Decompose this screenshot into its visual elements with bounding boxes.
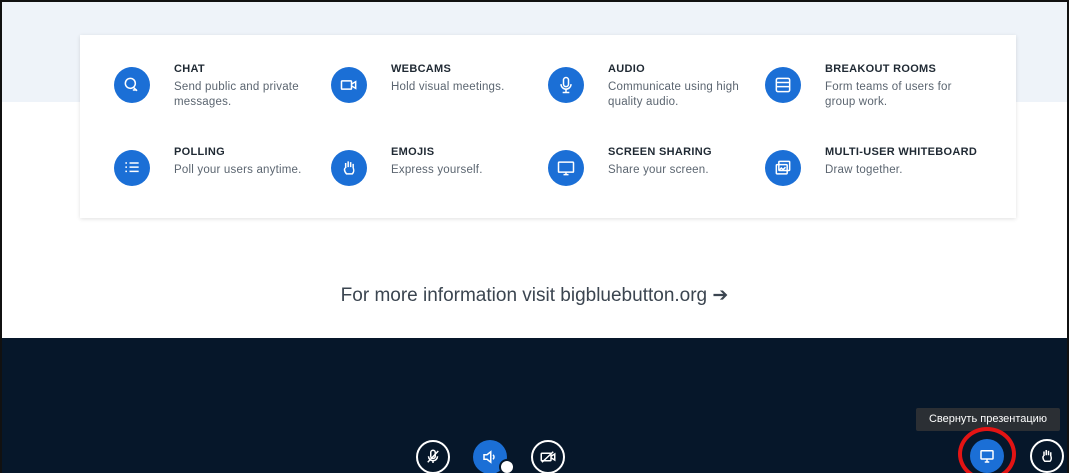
hand-icon: [1042, 450, 1052, 462]
feature-webcams: WEBCAMS Hold visual meetings.: [331, 63, 541, 127]
feature-audio: AUDIO Communicate using high quality aud…: [548, 63, 758, 127]
feature-desc: Form teams of users for group work.: [825, 81, 952, 108]
microphone-icon: [548, 67, 584, 103]
feature-desc: Express yourself.: [391, 164, 483, 176]
more-info-link[interactable]: For more information visit bigbluebutton…: [2, 284, 1067, 307]
presentation-slide: CHAT Send public and private messages. W…: [2, 2, 1067, 338]
feature-title: POLLING: [174, 146, 225, 158]
feature-title: SCREEN SHARING: [608, 146, 712, 158]
feature-multi-user-whiteboard: MULTI-USER WHITEBOARD Draw together.: [765, 146, 977, 210]
meeting-window: CHAT Send public and private messages. W…: [0, 0, 1069, 473]
feature-title: MULTI-USER WHITEBOARD: [825, 146, 978, 158]
camera-button[interactable]: [531, 440, 565, 473]
screen-share-icon: [548, 150, 584, 186]
raise-hand-button[interactable]: [1030, 439, 1064, 473]
audio-settings-badge[interactable]: [499, 459, 515, 473]
feature-title: BREAKOUT ROOMS: [825, 63, 937, 75]
whiteboard-icon: [765, 150, 801, 186]
feature-desc: Draw together.: [825, 164, 903, 176]
feature-title: AUDIO: [608, 63, 645, 75]
highlight-ring: [958, 427, 1016, 473]
feature-breakout-rooms: BREAKOUT ROOMS Form teams of users for g…: [765, 63, 975, 127]
microphone-off-icon: [427, 449, 439, 463]
feature-emojis: EMOJIS Express yourself.: [331, 146, 541, 210]
feature-chat: CHAT Send public and private messages.: [114, 63, 324, 127]
features-card: CHAT Send public and private messages. W…: [80, 35, 1016, 218]
feature-desc: Poll your users anytime.: [174, 164, 302, 176]
polling-icon: [114, 150, 150, 186]
camera-off-icon: [540, 451, 556, 463]
feature-desc: Share your screen.: [608, 164, 709, 176]
feature-title: CHAT: [174, 63, 205, 75]
feature-desc: Send public and private messages.: [174, 81, 299, 108]
feature-desc: Communicate using high quality audio.: [608, 81, 739, 108]
webcam-icon: [331, 67, 367, 103]
feature-title: EMOJIS: [391, 146, 435, 158]
breakout-rooms-icon: [765, 67, 801, 103]
hand-icon: [331, 150, 367, 186]
speaker-icon: [483, 450, 495, 464]
feature-desc: Hold visual meetings.: [391, 81, 505, 93]
feature-polling: POLLING Poll your users anytime.: [114, 146, 324, 210]
feature-title: WEBCAMS: [391, 63, 452, 75]
mute-button[interactable]: [416, 440, 450, 473]
chat-icon: [114, 67, 150, 103]
feature-screen-sharing: SCREEN SHARING Share your screen.: [548, 146, 758, 210]
